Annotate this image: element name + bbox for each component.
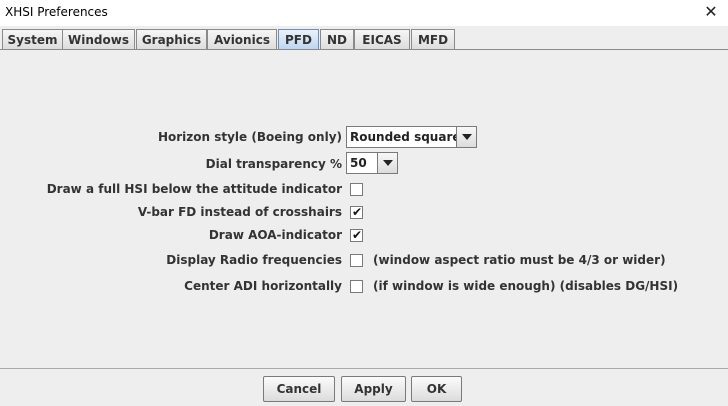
aoa-row: Draw AOA-indicator xyxy=(0,225,342,245)
radio-freq-row: Display Radio frequencies xyxy=(0,250,342,270)
full-hsi-checkbox[interactable] xyxy=(350,183,363,196)
pfd-settings-panel: Horizon style (Boeing only) Rounded squa… xyxy=(0,50,728,368)
tab-system[interactable]: System xyxy=(2,29,63,50)
tab-windows[interactable]: Windows xyxy=(62,29,135,50)
tab-pfd[interactable]: PFD xyxy=(278,29,319,50)
chevron-down-icon[interactable] xyxy=(456,127,476,147)
dial-transparency-row: Dial transparency % xyxy=(0,154,342,174)
window-title: XHSI Preferences xyxy=(5,5,108,19)
dial-transparency-value: 50 xyxy=(350,156,367,170)
checkmark-icon: ✔ xyxy=(351,228,363,242)
chevron-down-icon[interactable] xyxy=(377,153,397,173)
checkmark-icon: ✔ xyxy=(351,205,363,219)
tab-mfd[interactable]: MFD xyxy=(411,29,455,50)
horizon-style-label: Horizon style (Boeing only) xyxy=(157,130,342,144)
aoa-checkbox[interactable]: ✔ xyxy=(350,228,363,242)
aoa-label: Draw AOA-indicator xyxy=(208,228,342,242)
horizon-style-value: Rounded square xyxy=(350,130,461,144)
tab-avionics[interactable]: Avionics xyxy=(207,29,277,50)
vbar-fd-checkbox[interactable]: ✔ xyxy=(350,205,363,219)
horizon-style-select[interactable]: Rounded square xyxy=(346,126,477,148)
center-adi-checkbox[interactable] xyxy=(350,280,363,293)
radio-freq-note: (window aspect ratio must be 4/3 or wide… xyxy=(373,253,666,267)
center-adi-note: (if window is wide enough) (disables DG/… xyxy=(373,279,679,293)
radio-freq-checkbox[interactable] xyxy=(350,254,363,267)
horizon-style-row: Horizon style (Boeing only) xyxy=(0,127,342,147)
cancel-button[interactable]: Cancel xyxy=(263,376,335,402)
vbar-fd-label: V-bar FD instead of crosshairs xyxy=(137,205,342,219)
tab-nd[interactable]: ND xyxy=(320,29,354,50)
footer-divider xyxy=(0,368,728,369)
title-bar: XHSI Preferences ✕ xyxy=(0,0,728,26)
full-hsi-label: Draw a full HSI below the attitude indic… xyxy=(46,182,342,196)
full-hsi-row: Draw a full HSI below the attitude indic… xyxy=(0,179,342,199)
tab-graphics[interactable]: Graphics xyxy=(136,29,207,50)
radio-freq-label: Display Radio frequencies xyxy=(166,253,342,267)
center-adi-label: Center ADI horizontally xyxy=(184,279,342,293)
center-adi-row: Center ADI horizontally xyxy=(0,276,342,296)
dial-transparency-select[interactable]: 50 xyxy=(346,152,398,174)
ok-button[interactable]: OK xyxy=(411,376,462,402)
apply-button[interactable]: Apply xyxy=(341,376,406,402)
dial-transparency-label: Dial transparency % xyxy=(205,157,342,171)
close-icon[interactable]: ✕ xyxy=(702,2,720,22)
vbar-fd-row: V-bar FD instead of crosshairs xyxy=(0,202,342,222)
tab-eicas[interactable]: EICAS xyxy=(354,29,410,50)
tab-bar: System Windows Graphics Avionics PFD ND … xyxy=(0,29,728,50)
